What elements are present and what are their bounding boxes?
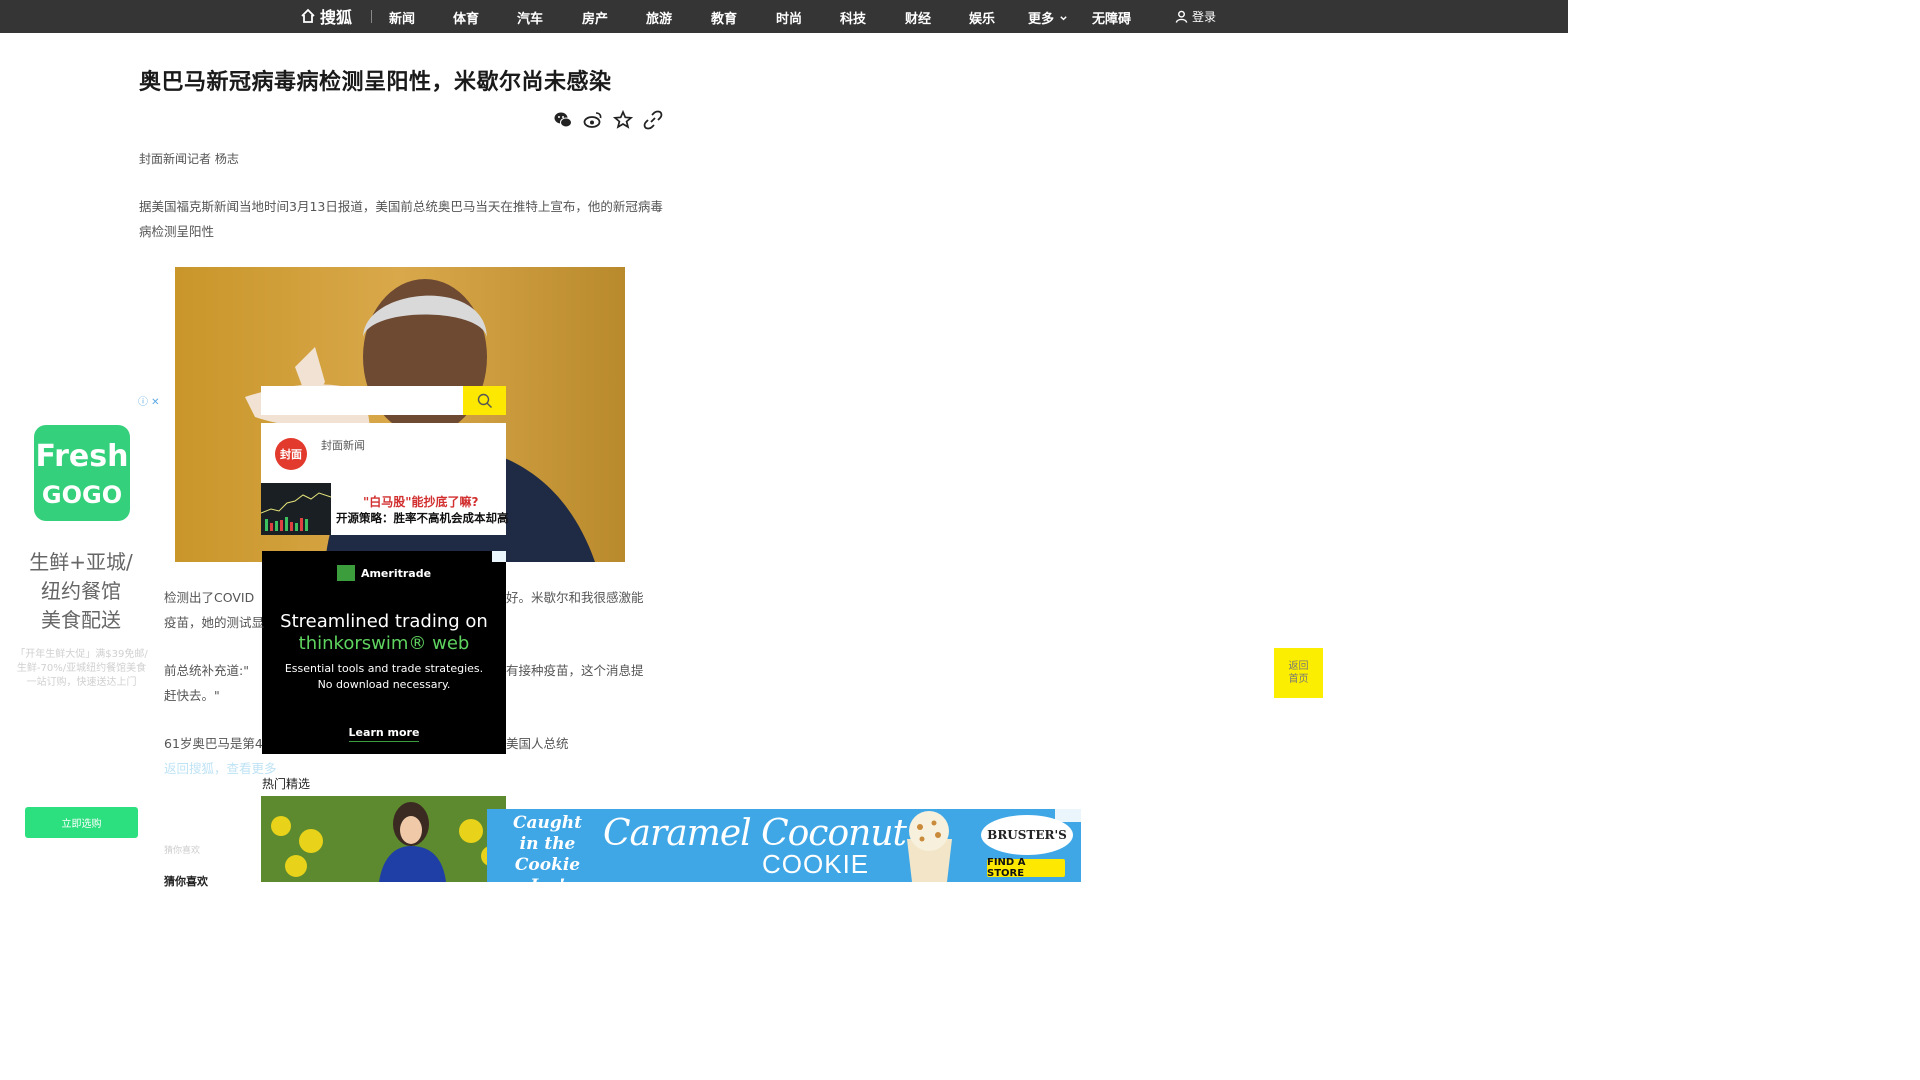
- feed-headline: 开源策略：胜率不高机会成本却高: [336, 511, 509, 525]
- left-small-caption: 猜你喜欢: [164, 846, 201, 856]
- article-title: 奥巴马新冠病毒病检测呈阳性，米歇尔尚未感染: [139, 70, 612, 95]
- nav-item-auto[interactable]: 汽车: [517, 8, 543, 27]
- back-home-line1: 返回: [1288, 661, 1309, 672]
- caught-text: Caught in the Cookie Jar!: [495, 813, 600, 882]
- ameritrade-headline-line2: thinkorswim® web: [298, 633, 470, 654]
- paragraph-2-part-b: 好。米歇尔和我很感激能: [506, 590, 644, 605]
- paragraph-3-part-c: 赶快去。": [164, 688, 220, 703]
- article-paragraph-2: 检测出了COVID 好。米歇尔和我很感激能 疫苗，她的测试显: [164, 585, 664, 635]
- ameritrade-brand: Ameritrade: [262, 565, 506, 581]
- hot-picks-heading: 热门精选: [262, 777, 311, 791]
- feed-card[interactable]: 封面 封面新闻 "白马股"能抄底了嘛? 开源策略：胜率不高机会成本却高: [261, 423, 509, 535]
- nav-item-finance[interactable]: 财经: [905, 8, 931, 27]
- share-bar: [553, 109, 663, 130]
- nav-item-fashion[interactable]: 时尚: [776, 8, 802, 27]
- left-ad-description: 「开年生鲜大促」满$39免邮/生鲜-70%/亚城纽约餐馆美食一站订购，快速送达上…: [15, 649, 148, 688]
- nav-item-news[interactable]: 新闻: [389, 8, 415, 27]
- caramel-coconut-title: Caramel Coconut: [603, 813, 907, 854]
- nav-item-more[interactable]: 更多: [1028, 8, 1068, 27]
- ad-close-icon[interactable]: ⓘ ✕: [138, 393, 160, 408]
- ameritrade-brand-text: Ameritrade: [360, 566, 432, 580]
- nav-divider: [371, 10, 372, 23]
- brusters-banner-ad[interactable]: Caught in the Cookie Jar! Caramel Coconu…: [487, 809, 1081, 882]
- top-nav-bar: 搜狐 新闻 体育 汽车 房产 旅游 教育 时尚 科技 财经 娱乐 更多 无障碍 …: [0, 0, 1568, 33]
- ameritrade-ad[interactable]: Ameritrade Streamlined trading on thinko…: [262, 551, 506, 754]
- left-ad-tagline-line3: 美食配送: [41, 608, 121, 632]
- left-ad-tagline-line2: 纽约餐馆: [41, 579, 121, 603]
- article-byline: 封面新闻记者 杨志: [139, 152, 239, 166]
- ice-cream-image: [892, 809, 967, 882]
- nav-item-education[interactable]: 教育: [711, 8, 737, 27]
- find-a-store-button[interactable]: FIND A STORE: [987, 857, 1065, 879]
- paragraph-2-part-c: 疫苗，她的测试显: [164, 615, 265, 630]
- feed-chart-thumbnail: [261, 483, 331, 535]
- adchoices-icon[interactable]: [492, 551, 506, 562]
- feed-source-avatar: 封面: [275, 438, 307, 470]
- left-ad-tagline-line1: 生鲜+亚城/: [29, 550, 133, 574]
- article-paragraph-3: 前总统补充道:" 有接种疫苗，这个消息提 赶快去。": [164, 658, 664, 708]
- hot-picks-thumbnail[interactable]: [261, 796, 506, 882]
- login-link[interactable]: 登录: [1175, 8, 1216, 25]
- sohu-home-logo[interactable]: 搜狐: [300, 6, 353, 27]
- caught-line2: in the: [519, 834, 576, 854]
- article-paragraph-1: 据美国福克斯新闻当地时间3月13日报道，美国前总统奥巴马当天在推特上宣布，他的新…: [139, 199, 663, 239]
- ameritrade-logo-icon: [336, 565, 355, 581]
- paragraph-3-part-b: 有接种疫苗，这个消息提: [506, 663, 644, 678]
- nav-more-label: 更多: [1028, 12, 1055, 27]
- feed-headline-red: "白马股"能抄底了嘛?: [363, 495, 479, 509]
- favorite-icon[interactable]: [612, 109, 634, 130]
- logo-text: 搜狐: [320, 8, 353, 27]
- caught-line1: Caught: [512, 813, 582, 833]
- freshgogo-logo-line2: GOGO: [41, 481, 123, 509]
- nav-item-realestate[interactable]: 房产: [582, 8, 608, 27]
- nav-item-travel[interactable]: 旅游: [646, 8, 672, 27]
- back-to-sohu-link[interactable]: 返回搜狐，查看更多: [164, 761, 277, 776]
- nav-item-tech[interactable]: 科技: [840, 8, 866, 27]
- cookie-word: COOKIE: [762, 849, 870, 879]
- link-icon[interactable]: [643, 110, 663, 130]
- nav-item-sports[interactable]: 体育: [453, 8, 479, 27]
- back-home-line2: 首页: [1288, 674, 1309, 685]
- brusters-logo: BRUSTER'S: [981, 815, 1073, 855]
- article-paragraph-4: 61岁奥巴马是第4 美国人总统 返回搜狐，查看更多: [164, 731, 664, 781]
- freshgogo-logo-line1: Fresh: [35, 439, 129, 474]
- user-icon: [1175, 10, 1188, 23]
- paragraph-4-part-b: 美国人总统: [506, 736, 569, 751]
- freshgogo-logo[interactable]: Fresh GOGO: [34, 425, 130, 521]
- back-to-home-button[interactable]: 返回 首页: [1274, 648, 1323, 698]
- left-bold-caption: 猜你喜欢: [164, 875, 208, 888]
- left-ad-tagline: 生鲜+亚城/ 纽约餐馆 美食配送: [18, 548, 144, 635]
- wechat-icon[interactable]: [553, 110, 573, 130]
- paragraph-3-part-a: 前总统补充道:": [164, 663, 249, 678]
- weibo-icon[interactable]: [583, 110, 603, 130]
- search-icon: [477, 393, 492, 408]
- paragraph-4-part-a: 61岁奥巴马是第4: [164, 736, 263, 751]
- nav-item-accessibility[interactable]: 无障碍: [1092, 8, 1131, 27]
- shop-now-button[interactable]: 立即选购: [25, 807, 138, 838]
- login-label: 登录: [1192, 10, 1217, 24]
- caught-line3: Cookie Jar!: [514, 855, 581, 882]
- home-icon: [301, 8, 315, 23]
- chevron-down-icon: [1059, 16, 1067, 21]
- paragraph-2-part-a: 检测出了COVID: [164, 590, 255, 605]
- overlay-search-button[interactable]: [463, 386, 506, 415]
- feed-source-name: 封面新闻: [321, 439, 365, 452]
- nav-item-entertainment[interactable]: 娱乐: [969, 8, 995, 27]
